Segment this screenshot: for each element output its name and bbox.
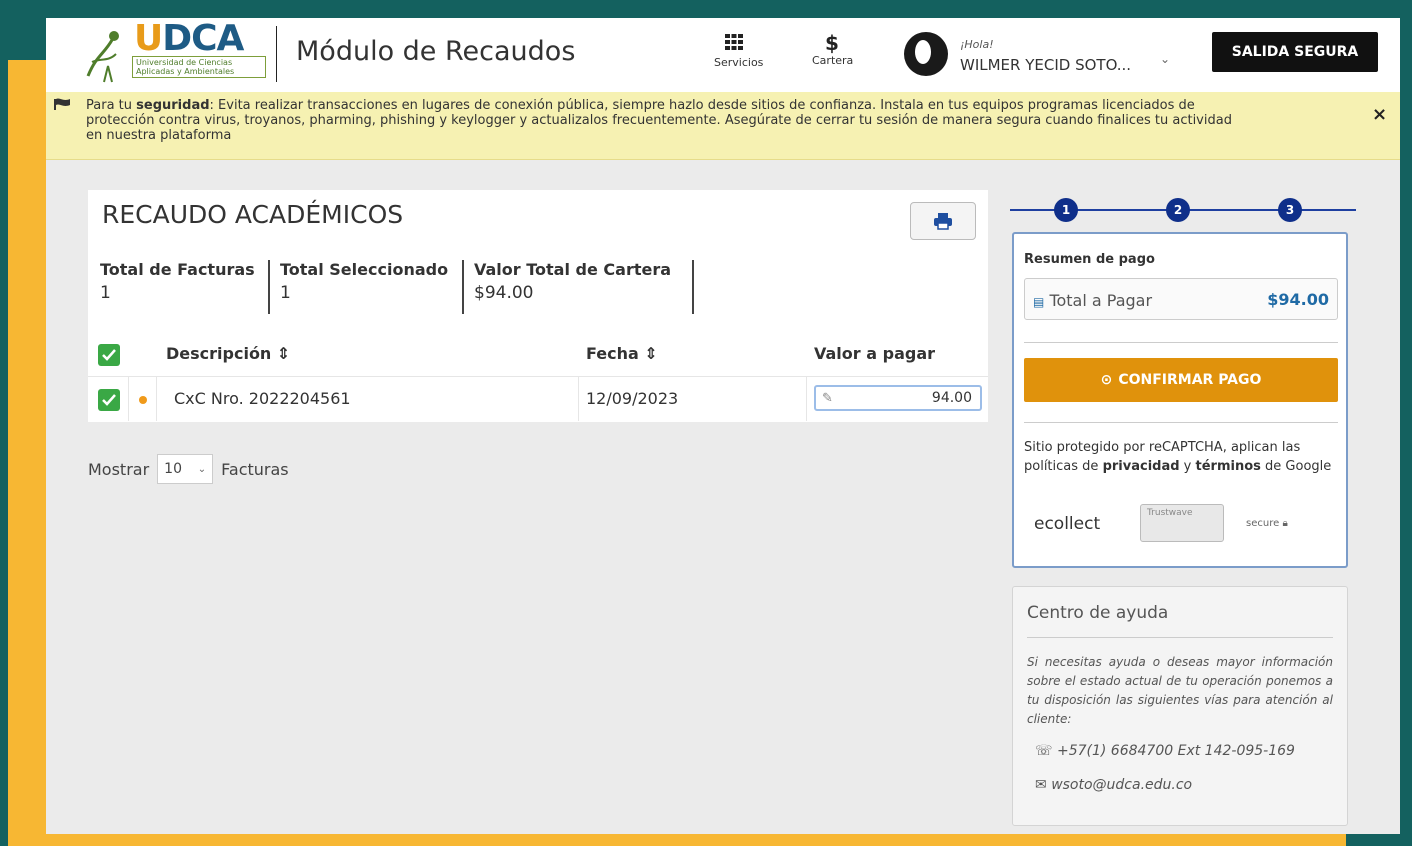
table-row: CxC Nro. 2022204561 12/09/2023 ✎ [88,376,988,421]
lock-icon: 🔒︎ [1282,518,1288,529]
row-description: CxC Nro. 2022204561 [174,389,351,408]
summary-divider [1024,422,1338,423]
top-header: UDCA Universidad de Ciencias Aplicadas y… [46,18,1400,92]
flag-icon [54,98,72,113]
logo-wordmark: UDCA [134,18,244,59]
list-icon: ▤ [1033,295,1045,309]
user-name[interactable]: WILMER YECID SOTO... [960,56,1131,74]
row-checkbox[interactable] [98,389,120,411]
terms-link[interactable]: términos [1196,459,1261,474]
logout-button[interactable]: SALIDA SEGURA [1212,32,1378,72]
pager-suffix-label: Facturas [221,459,289,479]
udca-logo[interactable]: UDCA Universidad de Ciencias Aplicadas y… [82,18,272,88]
table-header: Descripción ⇕ Fecha ⇕ Valor a pagar [88,334,988,374]
security-banner: Para tu seguridad: Evita realizar transa… [46,92,1400,160]
recaudo-panel: RECAUDO ACADÉMICOS Total de Facturas 1 T… [88,190,988,422]
dollar-icon: $ [825,31,839,55]
recaptcha-notice: Sitio protegido por reCAPTCHA, aplican l… [1024,440,1332,474]
help-email[interactable]: ✉ wsoto@udca.edu.co [1035,777,1192,793]
column-divider [806,377,807,421]
step-1: 1 [1054,198,1078,222]
summary-title: Resumen de pago [1024,252,1155,267]
confirm-payment-label: CONFIRMAR PAGO [1118,372,1262,388]
help-divider [1027,637,1333,638]
stat-portfolio-total: Valor Total de Cartera $94.00 [474,260,694,314]
step-3: 3 [1278,198,1302,222]
total-to-pay-amount: $94.00 [1267,290,1329,309]
step-2: 2 [1166,198,1190,222]
close-icon[interactable]: × [1372,104,1387,125]
help-center-card: Centro de ayuda Si necesitas ayuda o des… [1012,586,1348,826]
module-title: Módulo de Recaudos [296,36,576,67]
mail-icon: ✉ [1035,777,1047,793]
pencil-icon: ✎ [822,391,833,406]
row-date: 12/09/2023 [586,389,679,408]
print-button[interactable] [910,202,976,240]
amount-input[interactable] [814,385,982,411]
column-divider [128,377,129,421]
app-window: UDCA Universidad de Ciencias Aplicadas y… [46,18,1400,834]
security-badges: ecollect Trustwave secure 🔒︎ [1024,504,1340,548]
status-dot [139,396,147,404]
column-divider [578,377,579,421]
column-date[interactable]: Fecha ⇕ [586,344,658,363]
avatar[interactable] [904,32,948,76]
check-icon [102,394,116,406]
greeting: ¡Hola! [960,38,994,51]
help-title: Centro de ayuda [1027,603,1169,623]
payment-stepper: 1 2 3 [1010,198,1356,222]
ecollect-logo: ecollect [1034,514,1101,534]
column-amount: Valor a pagar [814,344,935,363]
total-to-pay-box: ▤ Total a Pagar $94.00 [1024,278,1338,320]
nav-servicios[interactable]: Servicios [714,32,763,69]
nav-cartera[interactable]: $ Cartera [812,31,854,67]
printer-icon [934,213,952,230]
help-phone: ☏ +57(1) 6684700 Ext 142-095-169 [1035,743,1295,759]
page-size-value: 10 [164,461,182,477]
help-text: Si necesitas ayuda o deseas mayor inform… [1027,655,1333,726]
header-divider [276,26,277,82]
check-icon [102,349,116,361]
stats-bar: Total de Facturas 1 Total Seleccionado 1… [100,260,704,314]
logo-figure-icon [86,31,119,83]
page-title: RECAUDO ACADÉMICOS [102,200,404,229]
page-size-control: Mostrar 10 ⌄ Facturas [88,454,289,484]
payment-summary-card: Resumen de pago ▤ Total a Pagar $94.00 ⊙… [1012,232,1348,568]
total-to-pay-label: ▤ Total a Pagar [1033,291,1153,310]
select-all-checkbox[interactable] [98,344,120,366]
stat-total-selected: Total Seleccionado 1 [280,260,464,314]
nav-cartera-label: Cartera [812,54,854,67]
chevron-down-icon[interactable]: ⌄ [1160,52,1170,66]
phone-icon: ☏ [1035,743,1053,759]
stat-total-invoices: Total de Facturas 1 [100,260,270,314]
summary-divider [1024,342,1338,343]
column-divider [156,377,157,421]
grid-icon [714,32,754,56]
confirm-payment-button[interactable]: ⊙ CONFIRMAR PAGO [1024,358,1338,402]
security-banner-text: Para tu seguridad: Evita realizar transa… [86,98,1232,143]
page-size-select[interactable]: 10 ⌄ [157,454,214,484]
pager-show-label: Mostrar [88,459,150,479]
trustwave-badge: Trustwave [1140,504,1224,542]
nav-servicios-label: Servicios [714,56,764,69]
secure-badge: secure 🔒︎ [1246,518,1288,529]
check-circle-icon: ⊙ [1100,372,1113,388]
logo-subtitle: Universidad de Ciencias Aplicadas y Ambi… [132,56,266,78]
column-description[interactable]: Descripción ⇕ [166,344,290,363]
chevron-down-icon: ⌄ [197,463,207,475]
privacy-link[interactable]: privacidad [1103,459,1180,474]
